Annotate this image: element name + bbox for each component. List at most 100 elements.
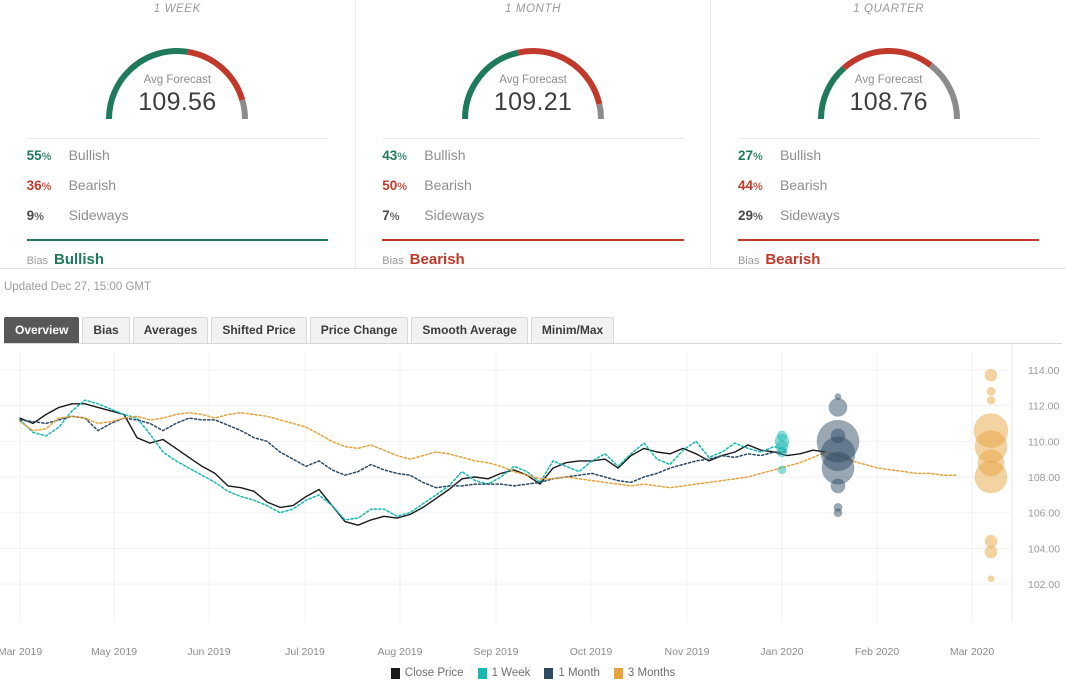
chart-tabs: Overview Bias Averages Shifted Price Price C… [0, 303, 1066, 343]
bias-caption: Bias [737, 255, 760, 267]
bullish-percent: 55% [26, 148, 52, 163]
bearish-label: Bearish [779, 177, 828, 193]
x-axis-tick: Sep 2019 [473, 646, 519, 658]
gauge-1-week: Avg Forecast 109.56 [0, 22, 355, 122]
legend-swatch [544, 667, 554, 679]
sentiment-row-bearish: 44% Bearish [738, 177, 1039, 207]
forecast-bubble [833, 508, 843, 518]
sideways-label: Sideways [424, 207, 485, 223]
forecast-bubble [974, 460, 1008, 494]
forecast-period-label: 1 WEEK [153, 3, 201, 15]
sentiment-row-sideways: 9% Sideways [27, 207, 328, 237]
sentiment-row-bullish: 55% Bullish [27, 147, 328, 177]
legend-swatch [613, 667, 623, 679]
forecast-card-1-month: 1 MONTH Avg Forecast 109.21 43% Bullish … [354, 0, 711, 268]
sentiment-row-bullish: 43% Bullish [382, 147, 683, 177]
bias-caption: Bias [26, 255, 48, 267]
legend-item[interactable]: 1 Week [477, 667, 531, 679]
legend-item[interactable]: 3 Months [613, 667, 676, 679]
y-axis-tick: 114.00 [1028, 365, 1059, 377]
sentiment-row-sideways: 7% Sideways [382, 207, 683, 237]
legend-label: Close Price [404, 667, 464, 679]
legend-swatch [390, 667, 400, 679]
x-axis-tick: Nov 2019 [664, 646, 710, 658]
legend-swatch [477, 667, 487, 679]
x-axis-tick: Oct 2019 [569, 646, 613, 658]
legend-item[interactable]: Close Price [390, 667, 464, 679]
bullish-label: Bullish [68, 147, 110, 163]
forecast-card-1-quarter: 1 QUARTER Avg Forecast 108.76 27% Bullis… [710, 0, 1066, 268]
chart-x-axis: Mar 2019 May 2019 Jun 2019 Jul 2019 Aug 2019… [0, 644, 1066, 664]
x-axis-tick: Feb 2020 [854, 646, 900, 658]
forecast-bubble [986, 395, 996, 405]
chart-legend: Close Price 1 Week 1 Month 3 Months [0, 664, 1066, 682]
sideways-percent: 9% [26, 208, 44, 223]
tab-overview[interactable]: Overview [4, 317, 80, 343]
legend-label: 1 Week [491, 667, 531, 679]
x-axis-tick: Mar 2019 [0, 646, 43, 658]
x-axis-tick: May 2019 [90, 646, 138, 658]
gauge-1-quarter: Avg Forecast 108.76 [711, 22, 1066, 122]
forecast-bubble [776, 446, 788, 458]
forecast-bubble [986, 386, 996, 396]
bias-row: Bias Bullish [27, 241, 328, 268]
bearish-label: Bearish [424, 177, 472, 193]
bias-caption: Bias [382, 255, 404, 267]
forecast-bubble [830, 478, 846, 494]
bearish-percent: 50% [382, 178, 408, 193]
tab-price-change[interactable]: Price Change [309, 317, 409, 343]
bullish-percent: 43% [382, 148, 408, 163]
sentiment-list: 43% Bullish 50% Bearish 7% Sideways [382, 139, 683, 237]
y-axis-tick: 106.00 [1028, 508, 1060, 520]
legend-label: 1 Month [558, 667, 600, 679]
sideways-percent: 29% [737, 208, 763, 223]
forecast-bubble [984, 368, 998, 382]
y-axis-tick: 112.00 [1028, 401, 1059, 413]
forecast-card-1-week: 1 WEEK Avg Forecast 109.56 55% Bullish 3… [0, 0, 355, 268]
sideways-percent: 7% [382, 208, 400, 223]
tab-bias[interactable]: Bias [82, 317, 130, 343]
y-axis-tick: 110.00 [1028, 436, 1059, 448]
bullish-label: Bullish [779, 147, 822, 163]
bias-row: Bias Bearish [738, 241, 1039, 268]
updated-timestamp: Updated Dec 27, 15:00 GMT [4, 281, 152, 293]
tab-minim-max[interactable]: Minim/Max [530, 317, 615, 343]
sentiment-row-bullish: 27% Bullish [738, 147, 1039, 177]
forecast-bubble [984, 534, 998, 548]
y-axis-tick: 102.00 [1028, 579, 1060, 591]
gauge-arc [462, 48, 604, 120]
legend-label: 3 Months [627, 667, 676, 679]
sentiment-row-bearish: 36% Bearish [27, 177, 328, 207]
sentiment-list: 27% Bullish 44% Bearish 29% Sideways [738, 139, 1039, 237]
sideways-label: Sideways [779, 207, 840, 223]
bearish-label: Bearish [68, 177, 117, 193]
tab-smooth-average[interactable]: Smooth Average [411, 317, 528, 343]
bearish-percent: 44% [737, 178, 763, 193]
gauge-arc [817, 48, 960, 120]
x-axis-tick: Aug 2019 [377, 646, 423, 658]
x-axis-tick: Jul 2019 [285, 646, 325, 658]
tab-shifted-price[interactable]: Shifted Price [211, 317, 307, 343]
x-axis-tick: Jan 2020 [760, 646, 804, 658]
chart-canvas: 114.00 112.00 110.00 108.00 106.00 104.00 102.… [0, 344, 1060, 622]
forecast-period-label: 1 MONTH [505, 3, 561, 15]
bias-value: Bullish [54, 251, 105, 268]
x-axis-tick: Jun 2019 [187, 646, 231, 658]
forecast-summary-row: 1 WEEK Avg Forecast 109.56 55% Bullish 3… [0, 0, 1066, 269]
chart-series-line [19, 399, 788, 521]
forecast-bubble [987, 575, 995, 583]
gauge-arc [106, 48, 249, 120]
forecast-period-label: 1 QUARTER [853, 3, 925, 15]
forecast-bubble [777, 465, 787, 475]
sentiment-row-sideways: 29% Sideways [738, 207, 1039, 237]
y-axis-tick: 104.00 [1028, 543, 1060, 555]
bullish-percent: 27% [737, 148, 763, 163]
bias-value: Bearish [765, 251, 821, 268]
tab-averages[interactable]: Averages [132, 317, 209, 343]
bullish-label: Bullish [424, 147, 466, 163]
bearish-percent: 36% [26, 178, 52, 193]
y-axis-tick: 108.00 [1028, 472, 1060, 484]
sentiment-list: 55% Bullish 36% Bearish 9% Sideways [27, 139, 328, 237]
legend-item[interactable]: 1 Month [544, 667, 600, 679]
x-axis-tick: Mar 2020 [949, 646, 995, 658]
